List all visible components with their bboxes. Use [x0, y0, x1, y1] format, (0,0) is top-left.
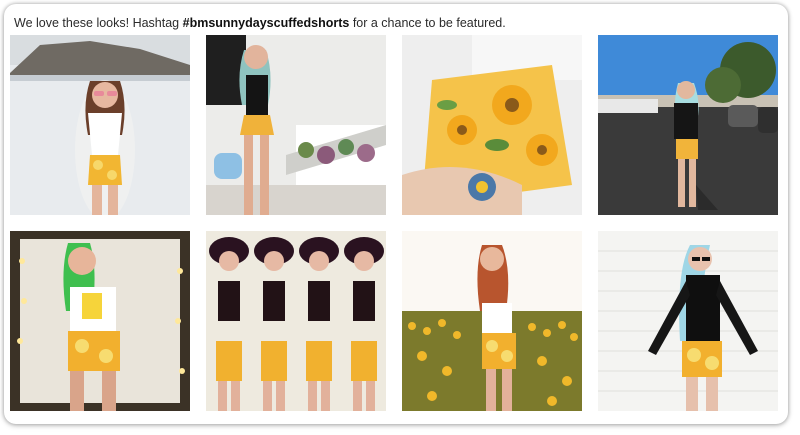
photo-tile-beach-look[interactable]: [10, 35, 190, 215]
photo-wall-look: [206, 35, 386, 215]
photo-mirror-collage-look: [206, 231, 386, 411]
gallery-caption: We love these looks! Hashtag #bmsunnyday…: [14, 16, 506, 30]
caption-suffix: for a chance to be featured.: [349, 16, 506, 30]
photo-street-look: [598, 35, 778, 215]
photo-tile-shorts-closeup[interactable]: [402, 35, 582, 215]
photo-shorts-closeup: [402, 35, 582, 215]
photo-sunflower-field-look: [402, 231, 582, 411]
photo-tile-wall-look[interactable]: [206, 35, 386, 215]
photo-beach-look: [10, 35, 190, 215]
photo-tile-street-look[interactable]: [598, 35, 778, 215]
photo-tile-mirror-collage-look[interactable]: [206, 231, 386, 411]
photo-tile-brick-wall-look[interactable]: [598, 231, 778, 411]
photo-brick-wall-look: [598, 231, 778, 411]
photo-tile-bart-tee-look[interactable]: [10, 231, 190, 411]
hashtag-text: #bmsunnydayscuffedshorts: [182, 16, 350, 30]
caption-prefix: We love these looks! Hashtag: [14, 16, 183, 30]
photo-tile-sunflower-field-look[interactable]: [402, 231, 582, 411]
ugc-gallery-card: We love these looks! Hashtag #bmsunnyday…: [4, 4, 788, 424]
photo-bart-tee-look: [10, 231, 190, 411]
